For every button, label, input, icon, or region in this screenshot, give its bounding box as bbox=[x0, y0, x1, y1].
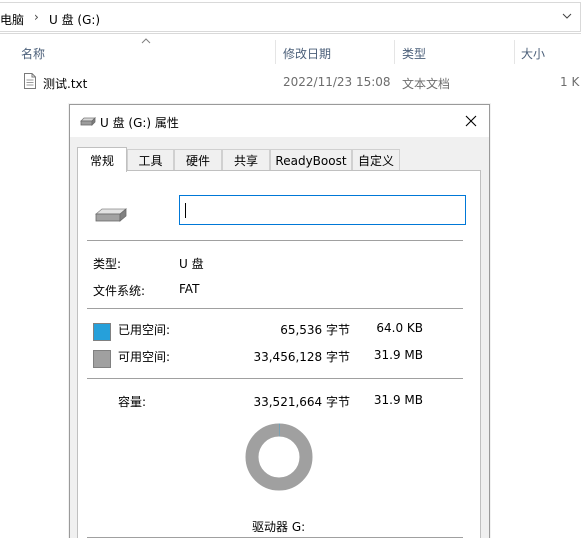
column-divider[interactable] bbox=[394, 40, 395, 64]
used-space-bytes: 65,536 字节 bbox=[280, 323, 350, 337]
free-space-size: 31.9 MB bbox=[373, 348, 423, 362]
properties-dialog: U 盘 (G:) 属性 常规 工具 硬件 共享 ReadyBoost 自定义 类… bbox=[69, 104, 490, 538]
free-space-swatch bbox=[93, 350, 111, 368]
address-bar[interactable]: 电脑 › U 盘 (G:) bbox=[0, 0, 581, 34]
file-type: 文本文档 bbox=[402, 77, 451, 91]
dialog-titlebar[interactable]: U 盘 (G:) 属性 bbox=[70, 105, 489, 137]
used-space-swatch bbox=[93, 323, 111, 341]
close-icon bbox=[465, 115, 477, 127]
column-header-size[interactable]: 大小 bbox=[521, 45, 545, 62]
capacity-bytes: 33,521,664 字节 bbox=[253, 395, 350, 409]
general-tab-panel: 类型: U 盘 文件系统: FAT 已用空间: 65,536 字节 64.0 K… bbox=[77, 170, 481, 538]
type-label: 类型: bbox=[93, 257, 122, 271]
divider bbox=[87, 378, 463, 379]
chevron-down-icon[interactable] bbox=[562, 11, 572, 21]
breadcrumb-item-computer[interactable]: 电脑 bbox=[0, 11, 24, 28]
sort-ascending-icon bbox=[141, 38, 151, 44]
tab-general[interactable]: 常规 bbox=[77, 147, 127, 172]
column-divider[interactable] bbox=[514, 40, 515, 64]
text-caret bbox=[185, 203, 186, 218]
close-button[interactable] bbox=[453, 105, 489, 137]
free-space-bytes: 33,456,128 字节 bbox=[253, 350, 350, 364]
capacity-label: 容量: bbox=[118, 395, 147, 409]
file-row[interactable]: 测试.txt 2022/11/23 15:08 文本文档 1 K bbox=[0, 70, 581, 94]
column-header-name[interactable]: 名称 bbox=[21, 45, 45, 62]
tab-readyboost[interactable]: ReadyBoost bbox=[270, 149, 352, 171]
tab-hardware[interactable]: 硬件 bbox=[174, 149, 222, 171]
divider bbox=[87, 308, 463, 309]
column-headers: 名称 修改日期 类型 大小 bbox=[0, 36, 581, 68]
free-space-label: 可用空间: bbox=[118, 350, 171, 364]
volume-label-input[interactable] bbox=[179, 195, 466, 225]
drive-letter-label: 驱动器 G: bbox=[252, 520, 306, 534]
used-space-size: 64.0 KB bbox=[376, 321, 423, 335]
dialog-title: U 盘 (G:) 属性 bbox=[100, 116, 179, 130]
file-modified: 2022/11/23 15:08 bbox=[283, 75, 391, 89]
usage-donut-chart bbox=[245, 423, 313, 491]
file-name[interactable]: 测试.txt bbox=[43, 75, 87, 92]
file-size: 1 K bbox=[560, 75, 580, 89]
filesystem-value: FAT bbox=[179, 282, 200, 296]
tab-sharing[interactable]: 共享 bbox=[222, 149, 270, 171]
tab-tools[interactable]: 工具 bbox=[127, 149, 174, 171]
breadcrumb: 电脑 › U 盘 (G:) bbox=[0, 2, 581, 32]
divider bbox=[87, 240, 463, 241]
text-file-icon bbox=[24, 73, 36, 89]
tab-customize[interactable]: 自定义 bbox=[352, 149, 400, 171]
free-space-ring bbox=[245, 423, 313, 491]
breadcrumb-item-drive[interactable]: U 盘 (G:) bbox=[49, 11, 100, 28]
usb-drive-icon bbox=[80, 117, 96, 126]
filesystem-label: 文件系统: bbox=[93, 284, 146, 298]
type-value: U 盘 bbox=[179, 257, 204, 271]
column-header-modified[interactable]: 修改日期 bbox=[283, 45, 331, 62]
capacity-size: 31.9 MB bbox=[373, 393, 423, 407]
column-divider[interactable] bbox=[275, 40, 276, 64]
usb-drive-icon bbox=[95, 208, 127, 222]
tab-strip: 常规 工具 硬件 共享 ReadyBoost 自定义 bbox=[77, 147, 487, 172]
column-header-type[interactable]: 类型 bbox=[402, 45, 426, 62]
breadcrumb-separator-icon[interactable]: › bbox=[34, 10, 39, 24]
used-space-label: 已用空间: bbox=[118, 323, 171, 337]
